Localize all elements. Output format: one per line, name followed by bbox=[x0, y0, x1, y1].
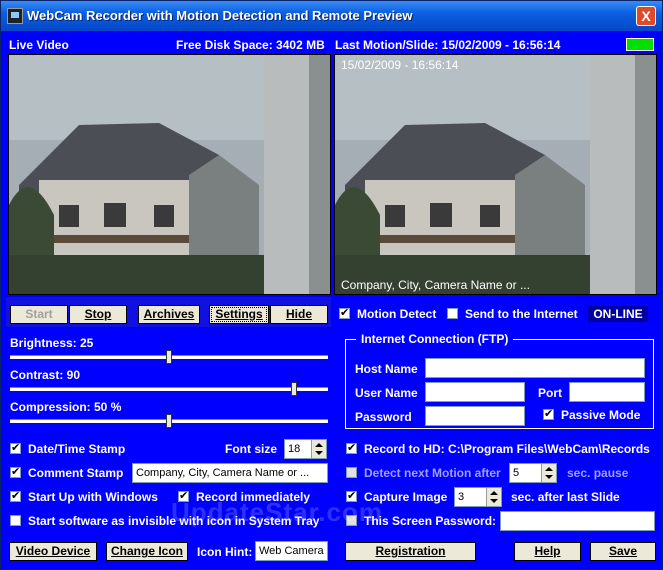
contrast-label: Contrast: 90 bbox=[10, 368, 81, 382]
close-button[interactable]: X bbox=[636, 6, 656, 26]
preview-caption: Company, City, Camera Name or ... bbox=[341, 278, 530, 292]
title-bar: WebCam Recorder with Motion Detection an… bbox=[1, 1, 662, 31]
icon-hint-label: Icon Hint: bbox=[197, 545, 253, 559]
contrast-slider[interactable] bbox=[290, 382, 297, 396]
main-window: WebCam Recorder with Motion Detection an… bbox=[0, 0, 663, 570]
last-motion-label: Last Motion/Slide: 15/02/2009 - 16:56:14 bbox=[335, 38, 561, 52]
ftp-title: Internet Connection (FTP) bbox=[356, 332, 514, 346]
sec-pause-label: sec. pause bbox=[567, 466, 629, 480]
free-disk-label: Free Disk Space: 3402 MB bbox=[176, 38, 325, 52]
change-icon-button[interactable]: Change Icon bbox=[106, 542, 188, 561]
datetime-stamp-label: Date/Time Stamp bbox=[28, 442, 126, 456]
hide-button[interactable]: Hide bbox=[270, 305, 328, 324]
start-button[interactable]: Start bbox=[10, 305, 68, 324]
house-scene-preview bbox=[335, 55, 656, 294]
password-label: Password bbox=[355, 410, 412, 424]
live-video-label: Live Video bbox=[9, 38, 69, 52]
archives-button[interactable]: Archives bbox=[138, 305, 200, 324]
online-status-badge: ON-LINE bbox=[588, 306, 648, 322]
window-title: WebCam Recorder with Motion Detection an… bbox=[27, 8, 413, 23]
font-size-label: Font size bbox=[225, 442, 278, 456]
host-name-input[interactable] bbox=[425, 358, 645, 378]
motion-detect-label: Motion Detect bbox=[357, 307, 437, 321]
stop-button[interactable]: Stop bbox=[69, 305, 127, 324]
compression-slider[interactable] bbox=[166, 414, 172, 428]
live-video bbox=[8, 54, 331, 295]
video-device-button[interactable]: Video Device bbox=[9, 542, 97, 561]
status-led bbox=[626, 38, 654, 51]
send-internet-checkbox[interactable] bbox=[447, 308, 458, 319]
contrast-track bbox=[10, 387, 328, 391]
port-label: Port bbox=[538, 386, 562, 400]
screen-password-input[interactable] bbox=[500, 511, 655, 531]
motion-detect-checkbox[interactable] bbox=[339, 306, 350, 319]
brightness-slider[interactable] bbox=[166, 350, 172, 364]
capture-image-value: 3 bbox=[458, 491, 465, 503]
icon-hint-input[interactable]: Web Camera bbox=[255, 541, 328, 561]
brightness-label: Brightness: 25 bbox=[10, 336, 94, 350]
sec-after-label: sec. after last Slide bbox=[511, 490, 620, 504]
preview-timestamp: 15/02/2009 - 16:56:14 bbox=[341, 58, 459, 72]
comment-stamp-checkbox[interactable] bbox=[10, 465, 21, 478]
capture-image-spin-icon[interactable] bbox=[486, 488, 501, 506]
password-input[interactable] bbox=[425, 406, 525, 426]
send-internet-label: Send to the Internet bbox=[465, 307, 578, 321]
font-size-value: 18 bbox=[288, 443, 301, 455]
detect-next-value: 5 bbox=[513, 467, 520, 479]
user-name-input[interactable] bbox=[425, 382, 525, 402]
detect-next-label: Detect next Motion after bbox=[364, 466, 501, 480]
compression-label: Compression: 50 % bbox=[10, 400, 122, 414]
invisible-tray-checkbox[interactable] bbox=[10, 515, 21, 526]
startup-windows-label: Start Up with Windows bbox=[28, 490, 158, 504]
watermark: UpdateStar.com bbox=[171, 497, 383, 527]
datetime-stamp-checkbox[interactable] bbox=[10, 441, 21, 454]
settings-button[interactable]: Settings bbox=[209, 305, 269, 324]
comment-text-input[interactable]: Company, City, Camera Name or ... bbox=[132, 463, 328, 483]
screen-password-label: This Screen Password: bbox=[364, 514, 497, 528]
app-icon[interactable] bbox=[7, 8, 23, 24]
port-input[interactable] bbox=[569, 382, 645, 402]
save-button[interactable]: Save bbox=[590, 542, 656, 561]
passive-mode-label: Passive Mode bbox=[561, 408, 641, 422]
detect-next-stepper[interactable]: 5 bbox=[509, 463, 557, 483]
startup-windows-checkbox[interactable] bbox=[10, 489, 21, 502]
capture-image-stepper[interactable]: 3 bbox=[454, 487, 502, 507]
user-name-label: User Name bbox=[355, 386, 418, 400]
comment-stamp-label: Comment Stamp bbox=[28, 466, 124, 480]
detect-next-checkbox[interactable] bbox=[346, 467, 357, 478]
motion-preview: 15/02/2009 - 16:56:14 Company, City, Cam… bbox=[334, 54, 657, 295]
record-hd-label: Record to HD: C:\Program Files\WebCam\Re… bbox=[364, 442, 650, 456]
passive-mode-checkbox[interactable] bbox=[543, 407, 554, 420]
detect-next-spin-icon[interactable] bbox=[541, 464, 556, 482]
record-hd-checkbox[interactable] bbox=[346, 441, 357, 454]
font-size-spin-icon[interactable] bbox=[311, 440, 326, 458]
house-scene bbox=[9, 55, 330, 294]
registration-button[interactable]: Registration bbox=[345, 542, 476, 561]
font-size-stepper[interactable]: 18 bbox=[284, 439, 327, 459]
host-name-label: Host Name bbox=[355, 362, 418, 376]
help-button[interactable]: Help bbox=[514, 542, 581, 561]
